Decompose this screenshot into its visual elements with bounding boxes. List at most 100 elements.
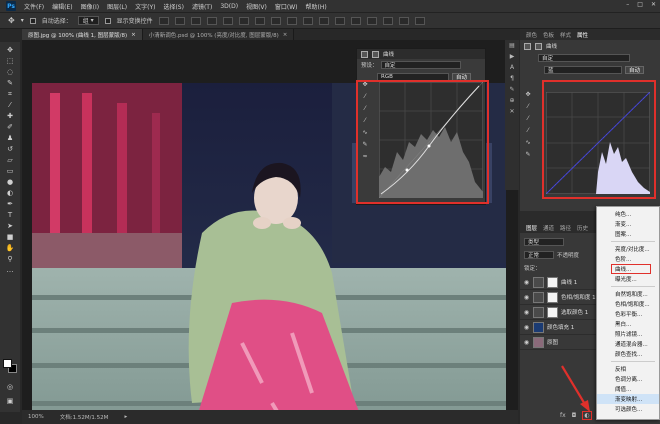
menu-file[interactable]: 文件(F) [24, 2, 44, 11]
tab-document-1[interactable]: 原图.jpg @ 100% (曲线 1, 图层蒙版/8) × [22, 29, 143, 40]
distribute-left-icon[interactable] [302, 16, 313, 25]
quick-select-tool-icon[interactable]: ✎ [3, 78, 17, 88]
foreground-color-swatch[interactable] [3, 359, 12, 368]
blur-tool-icon[interactable]: ● [3, 177, 17, 187]
tool-presets-icon[interactable]: ✕ [509, 108, 514, 115]
black-point-eyedropper-icon[interactable]: ⁄ [527, 103, 528, 110]
tab-swatches[interactable]: 色板 [543, 31, 554, 39]
visibility-eye-icon[interactable]: ◉ [523, 324, 530, 331]
blend-mode-dropdown[interactable]: 正常 [524, 251, 554, 259]
menu-window[interactable]: 窗口(W) [275, 2, 298, 11]
auto-align-icon[interactable] [350, 16, 361, 25]
align-top-icon[interactable] [158, 16, 169, 25]
menu-item-color-balance[interactable]: 色彩平衡... [597, 309, 659, 319]
brush-settings-icon[interactable]: ✎ [509, 86, 514, 93]
crop-tool-icon[interactable]: ⌗ [3, 89, 17, 99]
maximize-icon[interactable]: □ [637, 1, 643, 8]
menu-item-black-white[interactable]: 黑白... [597, 319, 659, 329]
tab-paths[interactable]: 路径 [560, 224, 571, 232]
menu-select[interactable]: 选择(S) [163, 2, 184, 11]
type-tool-icon[interactable]: T [3, 210, 17, 220]
menu-filter[interactable]: 滤镜(T) [192, 2, 212, 11]
visibility-eye-icon[interactable]: ◉ [523, 294, 530, 301]
3d-rotate-icon[interactable] [382, 16, 393, 25]
shape-tool-icon[interactable]: ■ [3, 232, 17, 242]
menu-layer[interactable]: 图层(L) [107, 2, 127, 11]
menu-item-channel-mixer[interactable]: 通道混合器... [597, 339, 659, 349]
pen-tool-icon[interactable]: ✒ [3, 199, 17, 209]
history-brush-tool-icon[interactable]: ↺ [3, 144, 17, 154]
menu-view[interactable]: 视图(V) [246, 2, 267, 11]
move-tool-icon[interactable]: ✥ [3, 45, 17, 55]
tab-styles[interactable]: 样式 [560, 31, 571, 39]
path-select-tool-icon[interactable]: ➤ [3, 221, 17, 231]
align-hcenter-icon[interactable] [222, 16, 233, 25]
healing-brush-tool-icon[interactable]: ✚ [3, 111, 17, 121]
menu-item-exposure[interactable]: 曝光度... [597, 274, 659, 284]
marquee-tool-icon[interactable]: ⬚ [3, 56, 17, 66]
curve-edit-icon[interactable]: ∿ [525, 139, 530, 146]
tab-document-2[interactable]: 小清新调色.psd @ 100% (亮度/对比度, 图层蒙版/8) × [142, 29, 295, 40]
dodge-tool-icon[interactable]: ◐ [3, 188, 17, 198]
white-point-eyedropper-icon[interactable]: ⁄ [527, 127, 528, 134]
distribute-bottom-icon[interactable] [286, 16, 297, 25]
align-vcenter-icon[interactable] [174, 16, 185, 25]
minimize-icon[interactable]: – [626, 1, 629, 8]
document-size[interactable]: 文档:1.52M/1.52M [60, 413, 109, 421]
mask-icon[interactable] [535, 42, 542, 50]
paragraph-icon[interactable]: ¶ [510, 75, 514, 82]
3d-pan-icon[interactable] [414, 16, 425, 25]
brush-tool-icon[interactable]: ✐ [3, 122, 17, 132]
clone-stamp-tool-icon[interactable]: ♟ [3, 133, 17, 143]
menu-item-curves[interactable]: 曲线... [611, 264, 651, 274]
menu-item-threshold[interactable]: 阈值... [597, 384, 659, 394]
menu-help[interactable]: 帮助(H) [306, 2, 327, 11]
quick-mask-icon[interactable]: ◎ [3, 382, 17, 392]
status-arrow-icon[interactable]: ▸ [124, 414, 127, 420]
close-icon[interactable]: ✕ [651, 1, 656, 8]
menu-item-levels[interactable]: 色阶... [597, 254, 659, 264]
menu-item-invert[interactable]: 反相 [597, 364, 659, 374]
distribute-vcenter-icon[interactable] [270, 16, 281, 25]
target-adjust-icon[interactable]: ✥ [525, 91, 530, 98]
pencil-icon[interactable]: ✎ [525, 151, 530, 158]
actions-icon[interactable]: ▶ [510, 53, 515, 60]
distribute-right-icon[interactable] [334, 16, 345, 25]
move-tool-icon[interactable]: ✥ [8, 16, 15, 25]
history-icon[interactable]: ▤ [509, 42, 515, 49]
tab-channels[interactable]: 通道 [543, 224, 554, 232]
gradient-tool-icon[interactable]: ▭ [3, 166, 17, 176]
eraser-tool-icon[interactable]: ▱ [3, 155, 17, 165]
gray-point-eyedropper-icon[interactable]: ⁄ [527, 115, 528, 122]
hand-tool-icon[interactable]: ✋ [3, 243, 17, 253]
menu-image[interactable]: 图像(I) [81, 2, 99, 11]
menu-item-selective-color[interactable]: 可选颜色... [597, 404, 659, 414]
menu-item-vibrance[interactable]: 自然饱和度... [597, 289, 659, 299]
align-left-icon[interactable] [206, 16, 217, 25]
distribute-hcenter-icon[interactable] [318, 16, 329, 25]
distribute-top-icon[interactable] [254, 16, 265, 25]
menu-type[interactable]: 文字(Y) [135, 2, 155, 11]
align-right-icon[interactable] [238, 16, 249, 25]
zoom-level[interactable]: 100% [28, 414, 44, 420]
tab-close-icon[interactable]: × [131, 32, 136, 38]
character-icon[interactable]: A [510, 64, 514, 71]
more-tools-icon[interactable]: … [3, 265, 17, 275]
mask-icon[interactable] [372, 50, 379, 58]
layer-filter-dropdown[interactable]: 类型 [524, 238, 564, 246]
menu-item-posterize[interactable]: 色调分离... [597, 374, 659, 384]
3d-roll-icon[interactable] [398, 16, 409, 25]
visibility-eye-icon[interactable]: ◉ [523, 309, 530, 316]
menu-item-solid-color[interactable]: 纯色... [597, 209, 659, 219]
clone-source-icon[interactable]: ⊕ [509, 97, 514, 104]
properties-auto-button[interactable]: 自动 [625, 66, 645, 74]
zoom-tool-icon[interactable]: ⚲ [3, 254, 17, 264]
3d-mode-icon[interactable] [366, 16, 377, 25]
menu-3d[interactable]: 3D(D) [220, 3, 238, 10]
menu-item-gradient-map[interactable]: 渐变映射... [597, 394, 659, 404]
visibility-eye-icon[interactable]: ◉ [523, 339, 530, 346]
eyedropper-tool-icon[interactable]: ⁄ [3, 100, 17, 110]
menu-item-brightness-contrast[interactable]: 亮度/对比度... [597, 244, 659, 254]
tab-history[interactable]: 历史 [577, 224, 588, 232]
tab-layers[interactable]: 图层 [526, 224, 537, 232]
